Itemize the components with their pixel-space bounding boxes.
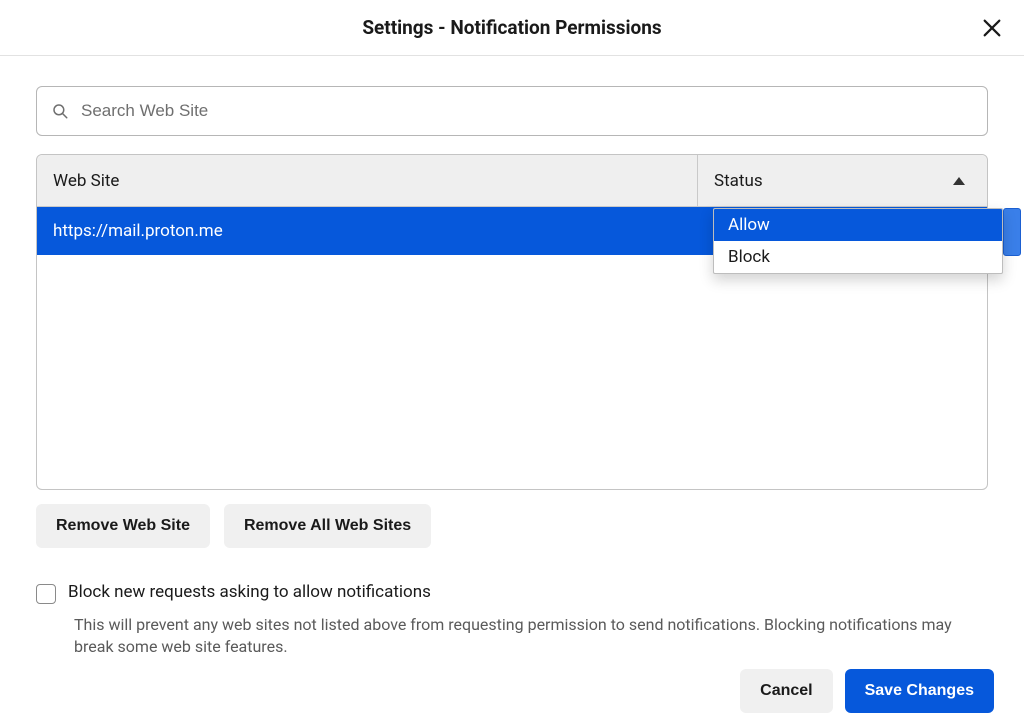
block-new-requests-row: Block new requests asking to allow notif…: [36, 582, 988, 604]
block-new-requests-checkbox[interactable]: [36, 584, 56, 604]
dialog-footer: Cancel Save Changes: [740, 669, 994, 713]
table-header: Web Site Status: [37, 155, 987, 207]
block-new-requests-help: This will prevent any web sites not list…: [74, 614, 988, 657]
status-option-allow[interactable]: Allow: [714, 209, 1002, 241]
status-option-block[interactable]: Block: [714, 241, 1002, 273]
close-button[interactable]: [978, 14, 1006, 42]
column-header-status[interactable]: Status: [697, 155, 987, 206]
status-option-label: Block: [728, 247, 770, 267]
remove-all-sites-button[interactable]: Remove All Web Sites: [224, 504, 431, 548]
table-actions: Remove Web Site Remove All Web Sites: [36, 504, 988, 548]
settings-dialog: Settings - Notification Permissions Web …: [0, 0, 1024, 727]
titlebar: Settings - Notification Permissions: [0, 0, 1024, 56]
column-header-status-label: Status: [714, 171, 763, 191]
status-select[interactable]: [1003, 208, 1021, 256]
column-header-site[interactable]: Web Site: [37, 155, 697, 206]
remove-site-button[interactable]: Remove Web Site: [36, 504, 210, 548]
cancel-button[interactable]: Cancel: [740, 669, 832, 713]
search-field[interactable]: [36, 86, 988, 136]
permissions-table: Web Site Status https://mail.proton.me A…: [36, 154, 988, 490]
column-header-site-label: Web Site: [53, 171, 119, 191]
status-option-label: Allow: [728, 215, 770, 235]
save-changes-button[interactable]: Save Changes: [845, 669, 994, 713]
search-icon: [51, 102, 69, 120]
dialog-content: Web Site Status https://mail.proton.me A…: [0, 56, 1024, 657]
cell-site: https://mail.proton.me: [37, 221, 697, 241]
status-dropdown: Allow Block: [713, 208, 1003, 274]
sort-ascending-icon: [953, 177, 965, 185]
close-icon: [981, 17, 1003, 39]
dialog-title: Settings - Notification Permissions: [362, 16, 661, 39]
search-input[interactable]: [79, 100, 973, 122]
block-new-requests-label: Block new requests asking to allow notif…: [68, 582, 431, 602]
